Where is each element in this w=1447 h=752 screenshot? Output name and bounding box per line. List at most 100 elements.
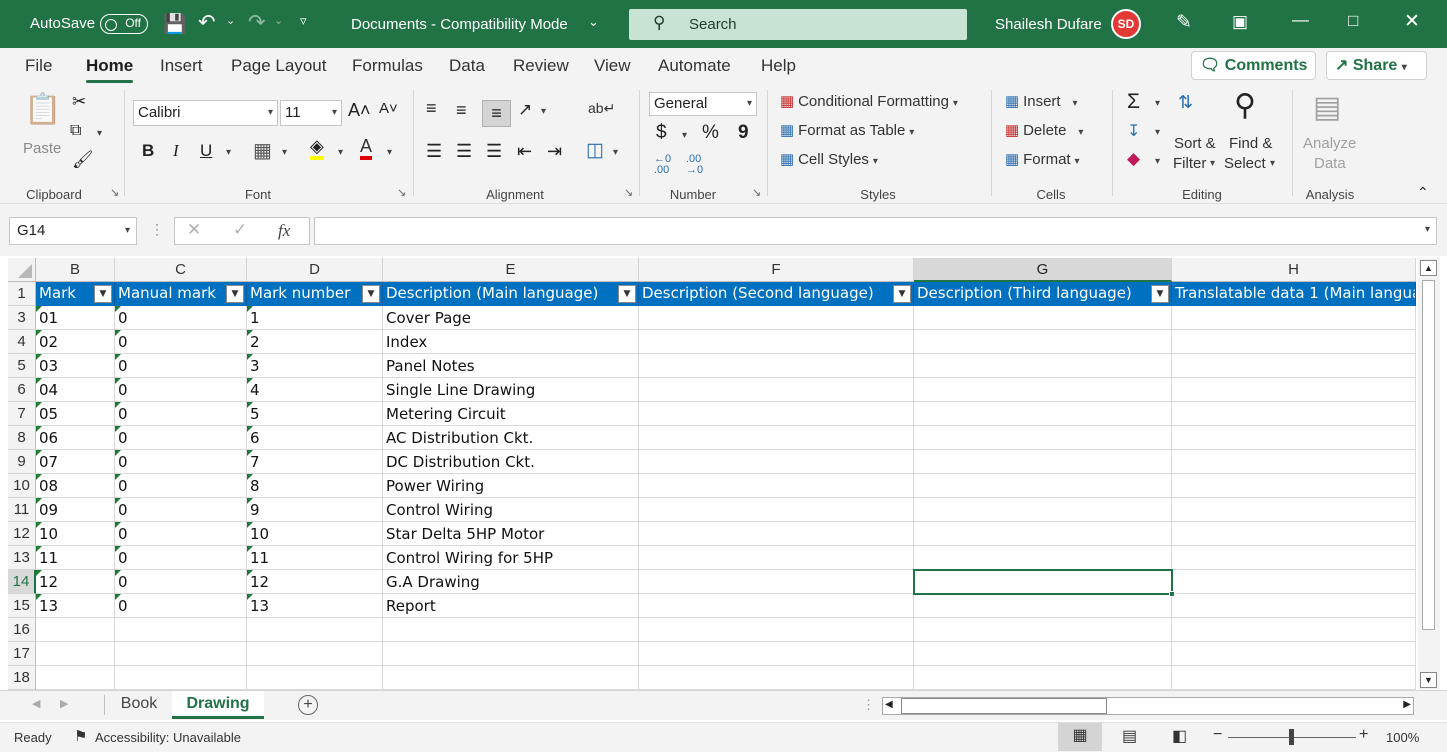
wrap-text-icon[interactable]: ab↵ [588, 100, 615, 117]
table-cell[interactable]: Power Wiring [383, 474, 639, 498]
table-cell[interactable] [914, 546, 1172, 570]
decrease-decimal-icon[interactable]: .00 →0 [686, 154, 703, 176]
table-cell[interactable] [1172, 354, 1416, 378]
table-cell[interactable] [914, 354, 1172, 378]
table-cell[interactable]: 0 [115, 378, 247, 402]
redo-icon[interactable]: ↷ [248, 10, 266, 35]
row-header[interactable]: 3 [8, 306, 36, 330]
table-cell[interactable] [1172, 570, 1416, 594]
table-cell[interactable]: Control Wiring for 5HP [383, 546, 639, 570]
ribbon-display-icon[interactable]: ▣ [1232, 12, 1248, 32]
table-cell[interactable] [1172, 594, 1416, 618]
table-cell[interactable]: 10 [36, 522, 115, 546]
clear-icon[interactable]: ◆ [1127, 149, 1140, 169]
table-cell[interactable]: 4 [247, 378, 383, 402]
row-header[interactable]: 17 [8, 642, 36, 666]
table-cell[interactable] [639, 426, 914, 450]
customize-toolbar-icon[interactable]: ▿ [300, 13, 307, 29]
horizontal-scrollbar[interactable]: ◀ ▶ [882, 697, 1414, 715]
row-header[interactable]: 18 [8, 666, 36, 690]
sheet-tab-drawing[interactable]: Drawing [172, 691, 264, 719]
document-title[interactable]: Documents - Compatibility Mode [351, 16, 568, 33]
table-cell[interactable]: 0 [115, 402, 247, 426]
tab-review[interactable]: Review [513, 56, 569, 76]
scroll-right-icon[interactable]: ▶ [1403, 699, 1411, 710]
table-cell[interactable] [115, 642, 247, 666]
zoom-slider-thumb[interactable] [1289, 729, 1294, 745]
table-cell[interactable] [247, 618, 383, 642]
scroll-thumb[interactable] [1422, 280, 1435, 630]
add-sheet-icon[interactable]: + [298, 695, 318, 715]
prev-sheet-icon[interactable]: ◀ [32, 697, 40, 710]
table-cell[interactable] [639, 402, 914, 426]
table-cell[interactable] [639, 474, 914, 498]
table-cell[interactable] [247, 642, 383, 666]
vertical-scrollbar[interactable]: ▲ ▼ [1418, 258, 1440, 690]
row-header[interactable]: 10 [8, 474, 36, 498]
cancel-icon[interactable]: ✕ [187, 220, 201, 240]
accessibility-icon[interactable]: ⚑ [74, 727, 87, 745]
search-box[interactable]: ⚲ Search [629, 9, 967, 40]
table-cell[interactable]: 12 [247, 570, 383, 594]
table-cell[interactable] [914, 426, 1172, 450]
filter-dropdown-icon[interactable]: ▼ [362, 285, 380, 303]
table-cell[interactable] [639, 546, 914, 570]
orientation-icon[interactable]: ↗ [518, 100, 532, 120]
table-cell[interactable]: 0 [115, 354, 247, 378]
increase-font-icon[interactable]: A˄ [348, 100, 371, 121]
table-cell[interactable]: 0 [115, 306, 247, 330]
underline-button[interactable]: U [200, 141, 212, 161]
table-cell[interactable]: Single Line Drawing [383, 378, 639, 402]
spreadsheet-grid[interactable]: B C D E F G H 1 Mark ▼ Manual mark ▼ Mark … [8, 258, 1416, 690]
paste-button[interactable]: 📋 Paste [20, 92, 61, 160]
formula-input[interactable]: ▾ [314, 217, 1437, 245]
font-size-select[interactable]: 11 ▾ [280, 100, 342, 126]
table-cell[interactable] [914, 618, 1172, 642]
insert-cells-button[interactable]: ▦ Insert ▾ [1005, 92, 1078, 110]
zoom-level[interactable]: 100% [1386, 730, 1419, 745]
table-cell[interactable]: DC Distribution Ckt. [383, 450, 639, 474]
font-color-dropdown-icon[interactable]: ▾ [387, 147, 392, 158]
next-sheet-icon[interactable]: ▶ [60, 697, 68, 710]
row-header[interactable]: 16 [8, 618, 36, 642]
select-all-corner[interactable] [8, 258, 36, 282]
undo-icon[interactable]: ↶ [198, 10, 216, 35]
percent-button[interactable]: % [702, 122, 719, 144]
share-button[interactable]: ↗ Share ▾ [1326, 51, 1427, 80]
table-cell[interactable]: 11 [36, 546, 115, 570]
normal-view-icon[interactable]: ▦ [1058, 723, 1102, 751]
table-cell[interactable]: Control Wiring [383, 498, 639, 522]
table-cell[interactable]: 0 [115, 594, 247, 618]
tab-file[interactable]: File [25, 56, 52, 76]
scroll-up-icon[interactable]: ▲ [1420, 260, 1437, 276]
table-cell[interactable] [1172, 330, 1416, 354]
table-cell[interactable]: 7 [247, 450, 383, 474]
table-cell[interactable]: 3 [247, 354, 383, 378]
merge-center-icon[interactable]: ◫ [586, 139, 604, 162]
table-header-cell[interactable]: Mark number ▼ [247, 282, 383, 306]
align-bottom-icon[interactable]: ≡ [482, 100, 511, 127]
row-header[interactable]: 4 [8, 330, 36, 354]
tab-page-layout[interactable]: Page Layout [231, 56, 326, 76]
column-header-b[interactable]: B [36, 258, 115, 282]
column-header-h[interactable]: H [1172, 258, 1416, 282]
maximize-icon[interactable]: □ [1348, 11, 1358, 31]
table-cell[interactable] [383, 666, 639, 690]
fill-handle[interactable] [1169, 591, 1175, 597]
table-cell[interactable]: Index [383, 330, 639, 354]
table-cell[interactable] [247, 666, 383, 690]
cut-icon[interactable]: ✂ [72, 92, 86, 112]
row-header[interactable]: 8 [8, 426, 36, 450]
filter-dropdown-icon[interactable]: ▼ [893, 285, 911, 303]
format-cells-button[interactable]: ▦ Format ▾ [1005, 150, 1080, 168]
table-cell[interactable]: 1 [247, 306, 383, 330]
table-cell[interactable] [1172, 474, 1416, 498]
table-cell[interactable]: 0 [115, 522, 247, 546]
redo-dropdown-icon[interactable]: ⌄ [274, 14, 283, 27]
table-cell[interactable] [639, 642, 914, 666]
table-header-cell[interactable]: Manual mark ▼ [115, 282, 247, 306]
table-cell[interactable]: 0 [115, 570, 247, 594]
table-cell[interactable]: 0 [115, 546, 247, 570]
underline-dropdown-icon[interactable]: ▾ [226, 147, 231, 158]
table-cell[interactable]: 08 [36, 474, 115, 498]
